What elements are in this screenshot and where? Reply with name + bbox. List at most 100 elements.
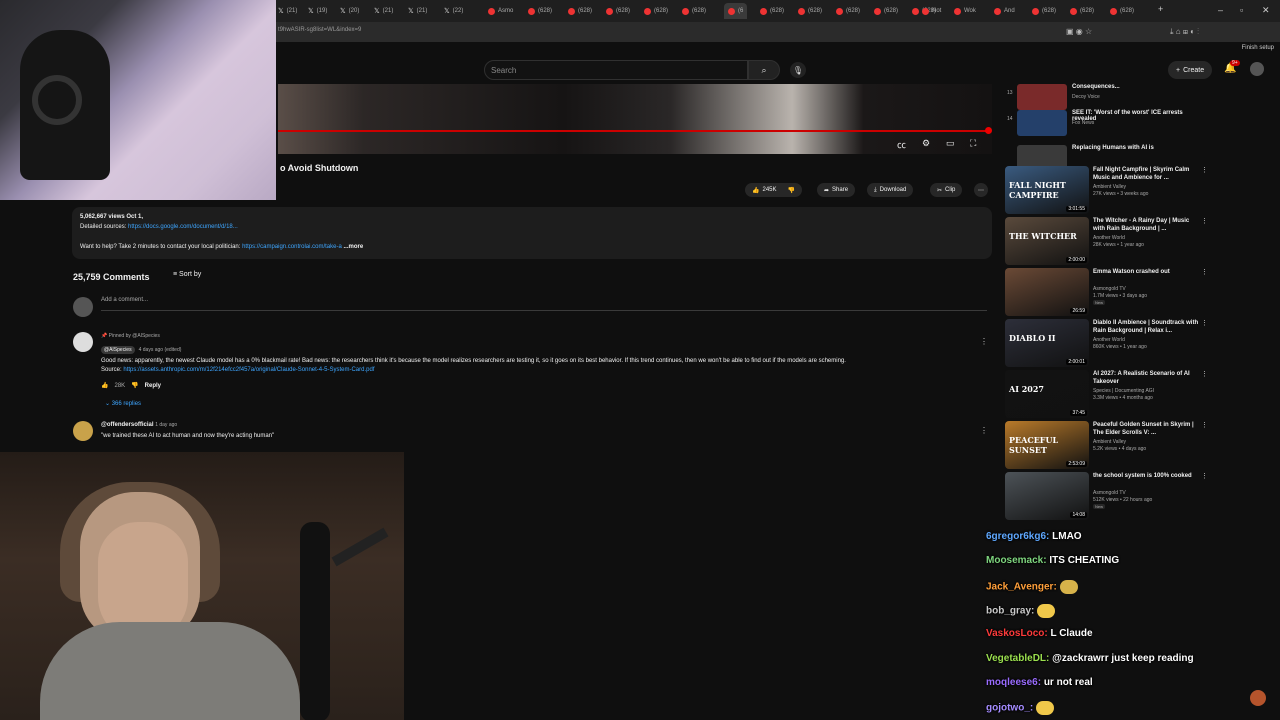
video-progress-bar[interactable] [278,130,988,132]
youtube-icon [994,7,1001,15]
comment-menu-icon[interactable]: ⋮ [980,337,988,346]
theater-mode-icon[interactable]: ▭ [946,138,955,149]
browser-tab[interactable]: (6 [724,3,748,19]
browser-tab[interactable]: (628) [760,3,784,19]
chat-username: moqleese6: [986,677,1042,688]
browser-tab[interactable]: (628) [644,3,668,19]
comment-handle[interactable]: @offendersofficial 1 day ago [101,422,177,428]
captions-icon[interactable]: ㏄ [897,138,906,151]
video-thumbnail[interactable]: 26:59 [1005,268,1089,316]
tab-label: Wok [964,8,976,14]
sources-link[interactable]: https://docs.google.com/document/d/18... [128,224,238,230]
share-label: Share [832,187,849,193]
minimize-icon[interactable]: – [1218,5,1223,15]
reply-button[interactable]: Reply [145,383,161,389]
microphone-icon[interactable]: 🎙 [790,62,806,78]
browser-tab[interactable]: (628) [798,3,822,19]
video-thumbnail[interactable]: THE WITCHER 2:00:00 [1005,217,1089,265]
new-tab-icon[interactable]: + [1158,4,1163,14]
video-menu-icon[interactable]: ⋮ [1201,421,1208,429]
browser-tab[interactable]: 𝕏 (20) [340,3,359,19]
video-menu-icon[interactable]: ⋮ [1201,472,1208,480]
video-menu-icon[interactable]: ⋮ [1201,166,1208,174]
sort-by-button[interactable]: ≡ Sort by [173,271,201,278]
share-button[interactable]: ➦ Share [817,183,856,197]
browser-tab[interactable]: (628) [682,3,706,19]
video-menu-icon[interactable]: ⋮ [1201,217,1208,225]
playlist-item[interactable]: 14 SEE IT: 'Worst of the worst' ICE arre… [1007,110,1197,136]
browser-tab[interactable]: (628) [836,3,860,19]
browser-tab[interactable]: 𝕏 (21) [374,3,393,19]
recommended-video[interactable]: DIABLO II 2:00:01 Diablo II Ambience | S… [1005,319,1208,369]
comment-handle[interactable]: @AISpecies [101,346,135,354]
add-comment-input[interactable]: Add a comment... [101,297,148,303]
more-link[interactable]: ...more [343,244,363,250]
progress-scrubber[interactable] [985,127,992,134]
video-thumbnail[interactable]: FALL NIGHT CAMPFIRE 3:01:55 [1005,166,1089,214]
video-thumbnail[interactable]: AI 2027 37:45 [1005,370,1089,418]
thumbs-down-icon[interactable]: 👎 [788,187,795,194]
browser-tab[interactable]: (628) [606,3,630,19]
recommended-video[interactable]: THE WITCHER 2:00:00 The Witcher - A Rain… [1005,217,1208,267]
search-input[interactable]: Search [484,60,748,80]
search-button[interactable]: ⌕ [748,60,780,80]
browser-tab[interactable]: 𝕏 (21) [278,3,297,19]
recommended-video[interactable]: 26:59 Emma Watson crashed out Asmongold … [1005,268,1208,318]
commenter-avatar[interactable] [73,421,93,441]
thumbs-down-icon[interactable]: 👎 [131,382,138,389]
browser-tab[interactable]: (628) [874,3,898,19]
channel-name: Asmongold TV [1093,286,1126,292]
playlist-item[interactable]: 13 Consequences... Decoy Voice [1007,84,1197,110]
maximize-icon[interactable]: ▫ [1240,5,1243,15]
recommended-video[interactable]: 14:08 the school system is 100% cooked A… [1005,472,1208,522]
commenter-avatar[interactable] [73,332,93,352]
create-button[interactable]: + Create [1168,61,1213,79]
browser-tab[interactable]: (628) [1110,3,1134,19]
comment-source-link[interactable]: https://assets.anthropic.com/m/12f214efc… [123,367,374,373]
video-player[interactable] [278,84,992,154]
browser-tab[interactable]: 𝕏 (21) [408,3,427,19]
settings-gear-icon[interactable]: ⚙ [922,138,930,149]
thumbs-up-icon[interactable]: 👍 [101,382,108,389]
view-replies-button[interactable]: ⌄ 366 replies [105,400,141,407]
browser-tab[interactable]: (628) [568,3,592,19]
browser-tab[interactable]: 𝕏 (22) [444,3,463,19]
video-menu-icon[interactable]: ⋮ [1201,370,1208,378]
browser-tab[interactable]: 𝕏 (19) [308,3,327,19]
browser-tab[interactable]: (628) [528,3,552,19]
channel-name: Species | Documenting AGI [1093,388,1155,394]
description-box[interactable]: 5,062,667 views Oct 1, Detailed sources:… [72,207,992,259]
recommended-video[interactable]: AI 2027 37:45 AI 2027: A Realistic Scena… [1005,370,1208,420]
clip-button[interactable]: ✂ Clip [930,183,963,197]
like-button[interactable]: 👍 245K 👎 [745,183,802,197]
extension-icons[interactable]: ▣ ◉ ☆ [1066,27,1092,36]
video-thumbnail[interactable]: DIABLO II 2:00:01 [1005,319,1089,367]
user-avatar [73,297,93,317]
webcam-room-view [0,0,276,200]
video-thumbnail[interactable]: PEACEFUL SUNSET 2:53:09 [1005,421,1089,469]
close-window-icon[interactable]: ✕ [1262,5,1270,16]
fullscreen-icon[interactable]: ⛶ [970,138,976,149]
browser-tab[interactable]: (628) [1032,3,1056,19]
browser-tab[interactable]: (628) [1070,3,1094,19]
toolbar-icons[interactable]: ⤓ ⌂ ⊞ ◐ ⋮ [1170,27,1199,37]
tab-label: (21) [416,8,428,14]
browser-tab[interactable]: Not [922,3,941,19]
finish-setup-button[interactable]: Finish setup [1242,45,1274,51]
video-menu-icon[interactable]: ⋮ [1201,268,1208,276]
help-link[interactable]: https://campaign.controlai.com/take-a [242,244,342,250]
notifications-icon[interactable]: 🔔 9+ [1224,60,1240,74]
video-thumbnail[interactable]: 14:08 [1005,472,1089,520]
url-text[interactable]: t9hwASIR-sg8list=WL&index=9 [278,27,361,33]
recommended-video[interactable]: FALL NIGHT CAMPFIRE 3:01:55 Fall Night C… [1005,166,1208,216]
profile-avatar[interactable] [1250,62,1264,76]
browser-tab[interactable]: Asmo [488,3,513,19]
browser-tab[interactable]: Wok [954,3,976,19]
browser-tab[interactable]: And [994,3,1015,19]
comment-menu-icon[interactable]: ⋮ [980,426,988,435]
recommended-video[interactable]: PEACEFUL SUNSET 2:53:09 Peaceful Golden … [1005,421,1208,471]
download-button[interactable]: ⤓ Download [867,183,914,197]
more-actions-button[interactable]: ⋯ [974,183,988,197]
video-menu-icon[interactable]: ⋮ [1201,319,1208,327]
chat-text: ITS CHEATING [1049,555,1120,566]
